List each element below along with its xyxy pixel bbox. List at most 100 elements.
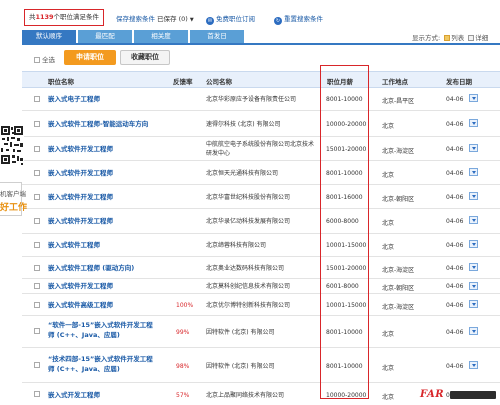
table-row[interactable]: “技术四部-15”嵌入式软件开发工程 师 (C++、Java、应届) 98% 因… — [22, 348, 500, 383]
post-date: 04-06 — [446, 329, 464, 336]
app-promo-text: 机客户端 — [0, 190, 26, 198]
display-mode-label: 显示方式: — [412, 34, 441, 42]
row-checkbox[interactable] — [34, 391, 40, 397]
table-row[interactable]: 嵌入式软件工程师 北京缔蓉科技有限公司 10001-15000 北京 04-06 — [22, 234, 500, 257]
job-title-link[interactable]: 嵌入式软件开发工程师 — [48, 144, 113, 154]
job-title-link[interactable]: 嵌入式软件开发工程师 — [48, 168, 113, 178]
job-title-link[interactable]: 嵌入式软件开发工程师 — [48, 216, 113, 226]
company-link[interactable]: 北京华富世纪科技股份有限公司 — [206, 193, 290, 202]
company-link[interactable]: 中航航空电子系统股份有限公司北京技术 研发中心 — [206, 140, 314, 158]
expand-dropdown-icon[interactable] — [469, 361, 478, 369]
company-link[interactable]: 北京华彩原应予设备有限责任公司 — [206, 95, 296, 104]
detail-view-option[interactable]: 详细 — [475, 34, 488, 42]
company-link[interactable]: 因特软件 (北京) 有限公司 — [206, 328, 275, 337]
company-link[interactable]: 因特软件 (北京) 有限公司 — [206, 362, 275, 371]
company-link[interactable]: 北京奥业达数码科技有限公司 — [206, 264, 284, 273]
list-view-option[interactable]: 列表 — [451, 34, 464, 42]
caret-down-icon: ▼ — [189, 17, 194, 23]
company-link[interactable]: 北京缔蓉科技有限公司 — [206, 241, 266, 250]
row-checkbox[interactable] — [34, 362, 40, 368]
job-title-link[interactable]: 嵌入式软件工程师 — [48, 240, 100, 250]
detail-view-icon[interactable] — [468, 35, 475, 41]
job-title-link[interactable]: 嵌入式软件工程师 (驱动方向) — [48, 263, 134, 273]
expand-dropdown-icon[interactable] — [469, 94, 478, 102]
table-row[interactable]: 嵌入式软件开发工程师 北京莫科创纪信息技术有限公司 6001-8000 北京-朝… — [22, 279, 500, 294]
tab-first-post[interactable]: 首发日 — [190, 30, 244, 43]
row-checkbox[interactable] — [34, 302, 40, 308]
col-title: 职位名称 — [48, 78, 74, 86]
job-title-link[interactable]: 嵌入式软件高级工程师 — [48, 300, 113, 310]
row-checkbox[interactable] — [34, 265, 40, 271]
company-link[interactable]: 北京恒天光通科技有限公司 — [206, 169, 278, 178]
row-checkbox[interactable] — [34, 218, 40, 224]
table-row[interactable]: 嵌入式软件开发工程师 北京华录亿动科技发展有限公司 6000-8000 北京 0… — [22, 209, 500, 234]
location: 北京-海淀区 — [382, 304, 415, 311]
row-checkbox[interactable] — [34, 170, 40, 176]
select-all[interactable]: 全选 — [34, 54, 55, 64]
tab-relevance[interactable]: 相关度 — [134, 30, 188, 43]
expand-dropdown-icon[interactable] — [469, 216, 478, 224]
saved-searches-dropdown[interactable]: 已保存 (0) ▼ — [157, 13, 194, 23]
company-link[interactable]: 北京莫科创纪信息技术有限公司 — [206, 282, 290, 291]
row-checkbox[interactable] — [34, 194, 40, 200]
table-row[interactable]: 嵌入式软件工程师 (驱动方向) 北京奥业达数码科技有限公司 15001-2000… — [22, 257, 500, 279]
row-checkbox[interactable] — [34, 96, 40, 102]
location: 北京 — [382, 244, 395, 251]
expand-dropdown-icon[interactable] — [469, 300, 478, 308]
expand-dropdown-icon[interactable] — [469, 263, 478, 271]
table-row[interactable]: 嵌入式软件开发工程师 中航航空电子系统股份有限公司北京技术 研发中心 15001… — [22, 137, 500, 161]
expand-dropdown-icon[interactable] — [469, 119, 478, 127]
job-title-link[interactable]: “技术四部-15”嵌入式软件开发工程 师 (C++、Java、应届) — [48, 354, 153, 374]
row-checkbox[interactable] — [34, 121, 40, 127]
tab-best-match[interactable]: 最匹配 — [78, 30, 132, 43]
apply-button[interactable]: 申请职位 — [64, 50, 116, 65]
company-link[interactable]: 速得尔科技 (北京) 有限公司 — [206, 120, 281, 129]
company-link[interactable]: 北京优尔博特创新科技有限公司 — [206, 301, 290, 310]
job-title-link[interactable]: 嵌入式开发工程师 — [48, 390, 100, 400]
expand-dropdown-icon[interactable] — [469, 327, 478, 335]
col-date: 发布日期 — [446, 78, 472, 86]
row-checkbox[interactable] — [34, 242, 40, 248]
subscribe-link[interactable]: ✉ 免费职位订阅 — [206, 13, 255, 25]
post-date: 04-06 — [446, 194, 464, 201]
row-checkbox[interactable] — [34, 328, 40, 334]
row-checkbox[interactable] — [34, 283, 40, 289]
tab-default[interactable]: 默认顺序 — [22, 30, 76, 43]
favorite-button[interactable]: 收藏职位 — [120, 50, 170, 65]
col-feedback: 反馈率 — [173, 78, 193, 86]
job-title-link[interactable]: 嵌入式软件开发工程师 — [48, 281, 113, 291]
reset-search-link[interactable]: ↻ 重置搜索条件 — [274, 13, 323, 25]
save-search-link[interactable]: 保存搜索条件 — [116, 13, 155, 23]
saved-searches-label: 已保存 (0) — [157, 15, 188, 23]
expand-dropdown-icon[interactable] — [469, 192, 478, 200]
row-checkbox[interactable] — [34, 146, 40, 152]
list-view-icon[interactable] — [444, 35, 451, 41]
expand-dropdown-icon[interactable] — [469, 282, 478, 290]
table-row[interactable]: 嵌入式软件工程师-智能运动车方向 速得尔科技 (北京) 有限公司 10000-2… — [22, 111, 500, 137]
result-count-value: 1139 — [35, 13, 54, 21]
location: 北京 — [382, 365, 395, 372]
tab-divider — [22, 43, 500, 45]
expand-dropdown-icon[interactable] — [469, 240, 478, 248]
post-date: 04-06 — [446, 242, 464, 249]
job-title-link[interactable]: “软件一部-15”嵌入式软件开发工程 师 (C++、Java、应届) — [48, 320, 153, 340]
table-row[interactable]: 嵌入式电子工程师 北京华彩原应予设备有限责任公司 8001-10000 北京-昌… — [22, 88, 500, 111]
table-header: 职位名称 反馈率 公司名称 职位月薪 工作地点 发布日期 — [22, 71, 500, 88]
table-row[interactable]: 嵌入式软件高级工程师 100% 北京优尔博特创新科技有限公司 10001-150… — [22, 294, 500, 316]
company-link[interactable]: 北京上品聚同络技术有限公司 — [206, 391, 284, 400]
job-title-link[interactable]: 嵌入式软件工程师-智能运动车方向 — [48, 119, 148, 129]
post-date: 04-06 — [446, 363, 464, 370]
feedback-rate: 100% — [176, 302, 194, 309]
select-all-checkbox[interactable] — [34, 57, 40, 63]
expand-dropdown-icon[interactable] — [469, 168, 478, 176]
job-title-link[interactable]: 嵌入式软件开发工程师 — [48, 192, 113, 202]
expand-dropdown-icon[interactable] — [469, 144, 478, 152]
table-row[interactable]: 嵌入式软件开发工程师 北京恒天光通科技有限公司 8001-10000 北京 04… — [22, 161, 500, 185]
table-row[interactable]: “软件一部-15”嵌入式软件开发工程 师 (C++、Java、应届) 99% 因… — [22, 316, 500, 348]
location: 北京 — [382, 172, 395, 179]
company-link[interactable]: 北京华录亿动科技发展有限公司 — [206, 217, 290, 226]
feedback-rate: 98% — [176, 363, 190, 370]
result-count: 共1139个职位满足条件 — [24, 9, 104, 26]
job-title-link[interactable]: 嵌入式电子工程师 — [48, 94, 100, 104]
table-row[interactable]: 嵌入式软件开发工程师 北京华富世纪科技股份有限公司 8001-16000 北京-… — [22, 185, 500, 209]
